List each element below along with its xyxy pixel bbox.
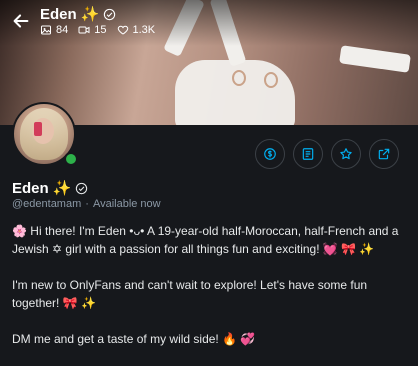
- stat-photos: 84: [40, 24, 68, 36]
- stat-videos: 15: [78, 24, 107, 36]
- bio-paragraph: 🌸 Hi there! I'm Eden •ᴗ• A 19-year-old h…: [12, 224, 399, 256]
- profile-actions: [255, 139, 399, 169]
- header-stats: 84 15 1.3K: [40, 24, 155, 36]
- video-icon: [78, 26, 90, 34]
- dollar-icon: [264, 148, 276, 160]
- message-button[interactable]: [293, 139, 323, 169]
- availability-status: Available now: [92, 198, 161, 210]
- profile-handle: @edentamam: [12, 198, 82, 210]
- stat-likes: 1.3K: [117, 24, 155, 36]
- online-indicator: [64, 152, 78, 166]
- verified-badge-icon: [104, 8, 116, 20]
- image-icon: [41, 25, 51, 35]
- profile-bio: 🌸 Hi there! I'm Eden •ᴗ• A 19-year-old h…: [12, 222, 408, 366]
- share-icon: [378, 148, 390, 160]
- sparkle-emoji: ✨: [80, 6, 100, 23]
- tip-button[interactable]: [255, 139, 285, 169]
- favorite-button[interactable]: [331, 139, 361, 169]
- back-arrow-icon[interactable]: [10, 10, 32, 32]
- header-title: Eden ✨: [40, 5, 116, 23]
- verified-badge-icon: [76, 182, 88, 194]
- profile-meta: @edentamam · Available now: [12, 198, 161, 210]
- chat-icon: [302, 148, 314, 160]
- profile-name: Eden ✨: [12, 179, 88, 197]
- avatar[interactable]: [12, 102, 78, 166]
- sparkle-emoji: ✨: [52, 180, 72, 197]
- heart-icon: [117, 25, 128, 35]
- meta-separator: ·: [85, 198, 89, 210]
- bio-paragraph: DM me and get a taste of my wild side! 🔥…: [12, 332, 256, 346]
- share-button[interactable]: [369, 139, 399, 169]
- star-icon: [340, 148, 352, 160]
- bio-paragraph: I'm new to OnlyFans and can't wait to ex…: [12, 278, 368, 310]
